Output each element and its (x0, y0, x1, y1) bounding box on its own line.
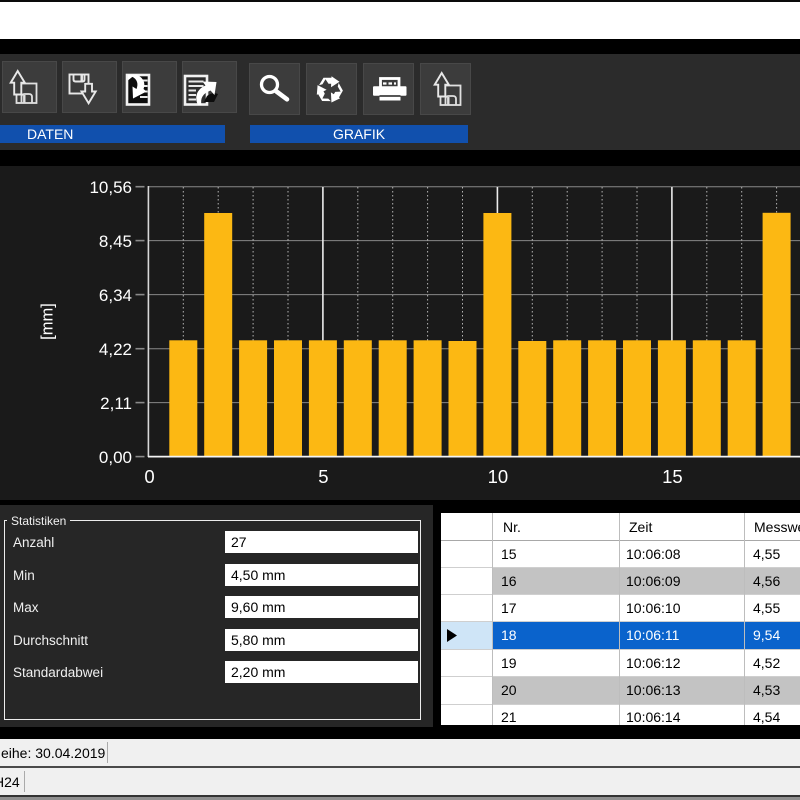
svg-text:0: 0 (144, 466, 154, 487)
svg-text:2,11: 2,11 (100, 394, 132, 413)
svg-text:10,56: 10,56 (89, 178, 132, 197)
svg-text:10: 10 (488, 466, 509, 487)
svg-text:4,22: 4,22 (99, 340, 132, 359)
svg-text:6,34: 6,34 (99, 286, 132, 305)
svg-text:[mm]: [mm] (39, 303, 57, 340)
svg-text:15: 15 (662, 466, 683, 487)
svg-text:0,00: 0,00 (99, 448, 132, 467)
svg-text:5: 5 (318, 466, 328, 487)
svg-text:8,45: 8,45 (99, 232, 132, 251)
